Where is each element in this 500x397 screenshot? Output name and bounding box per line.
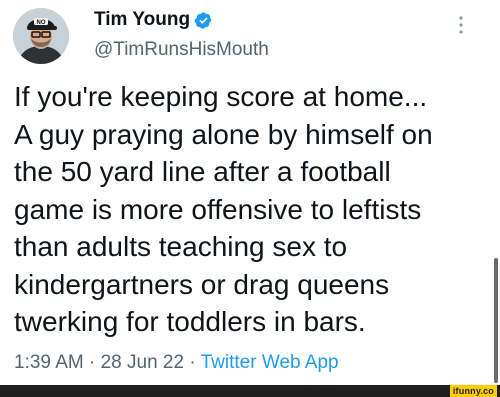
tweet-time[interactable]: 1:39 AM (14, 352, 84, 373)
ifunny-watermark: ifunny.co (449, 385, 497, 397)
author-name-row[interactable]: Tim Young (94, 8, 213, 32)
meta-separator: · (189, 352, 196, 373)
more-options-icon[interactable] (454, 14, 468, 36)
author-handle[interactable]: @TimRunsHisMouth (94, 38, 269, 62)
tweet-metadata: 1:39 AM · 28 Jun 22 · Twitter Web App (14, 351, 339, 375)
scrollbar[interactable] (494, 258, 498, 383)
author-name[interactable]: Tim Young (94, 8, 190, 32)
watermark-bar: ifunny.co (0, 385, 500, 397)
avatar[interactable]: NO (13, 8, 69, 64)
tweet-source-app[interactable]: Twitter Web App (201, 352, 339, 373)
tweet-date[interactable]: 28 Jun 22 (101, 352, 184, 373)
avatar-image: NO (13, 8, 69, 64)
verified-badge-icon (194, 11, 212, 29)
cap-text: NO (37, 20, 46, 26)
tweet-text: If you're keeping score at home... A guy… (14, 81, 433, 337)
meta-separator: · (89, 352, 96, 373)
